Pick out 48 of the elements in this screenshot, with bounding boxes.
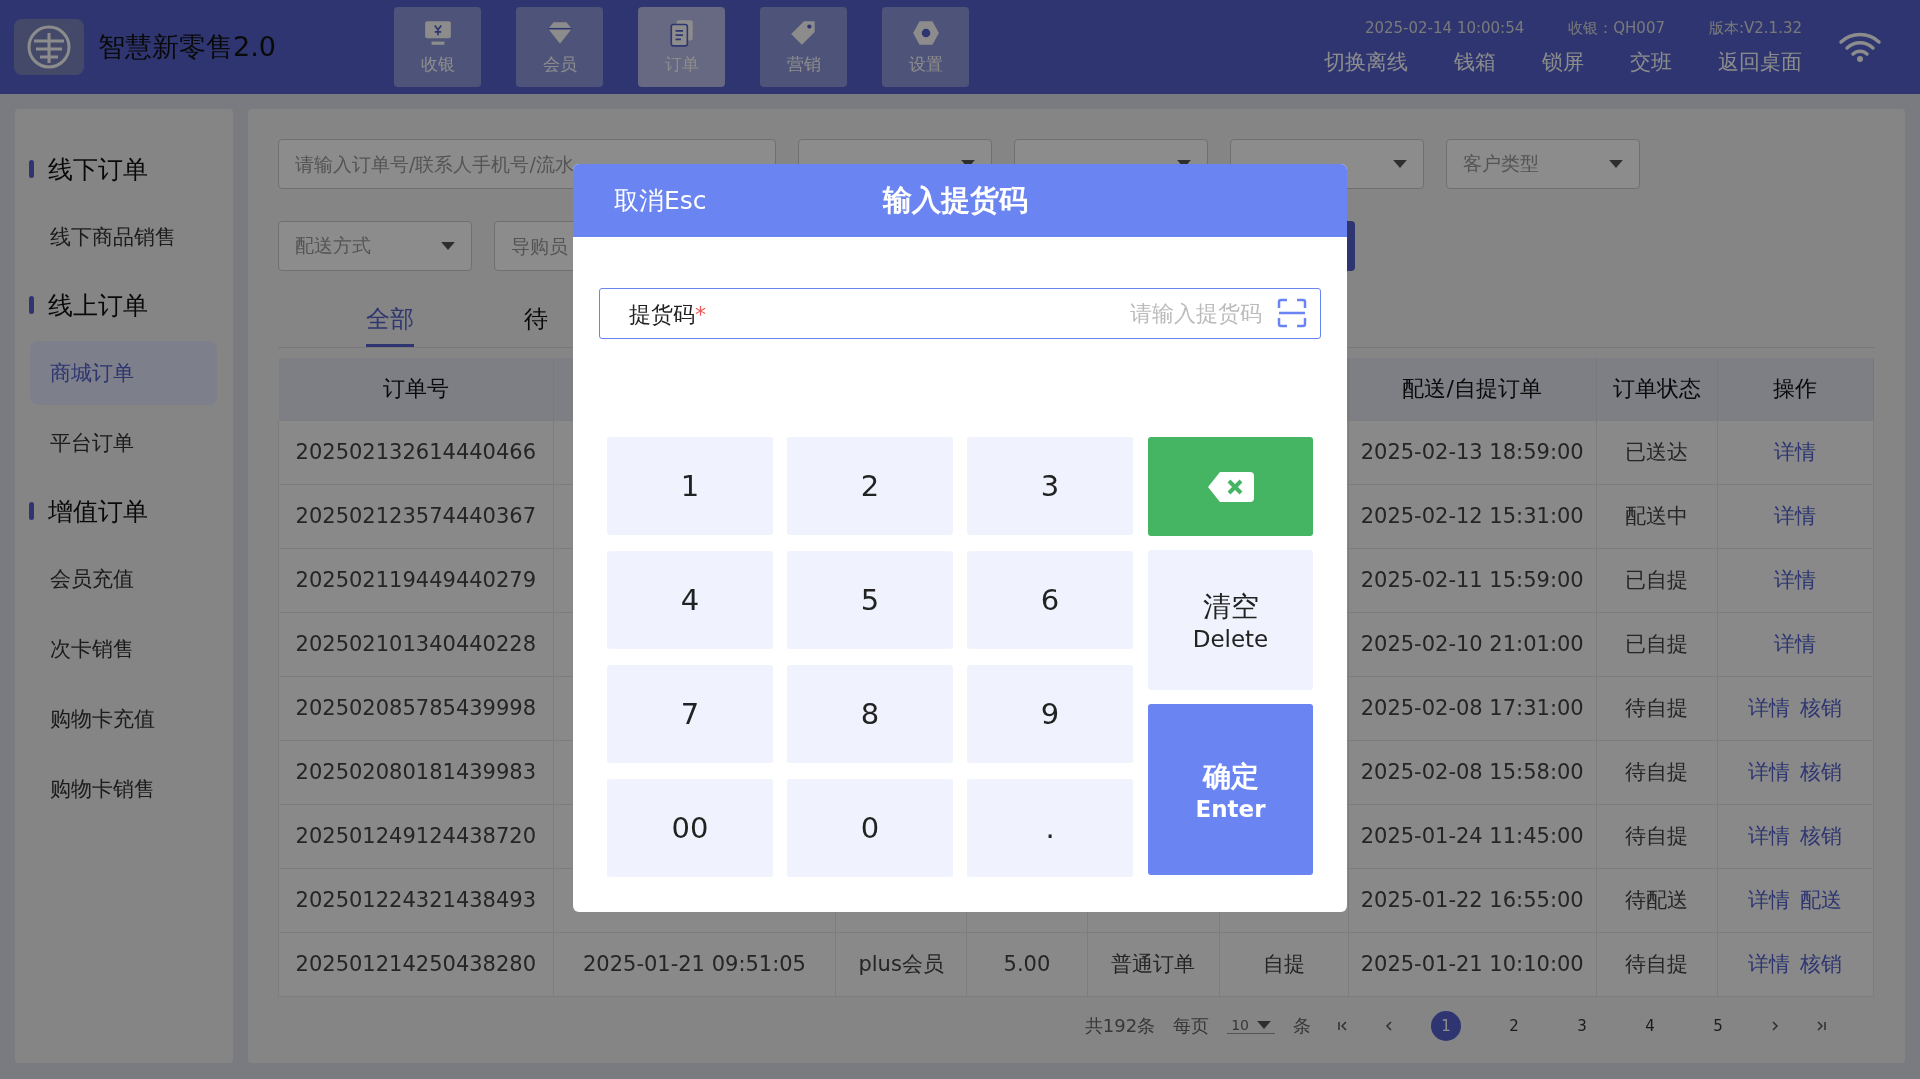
- table-cell: 待自提: [1625, 824, 1689, 848]
- app-title: 智慧新零售2.0: [98, 30, 276, 64]
- table-cell: 2025-01-22 16:55:00: [1360, 888, 1584, 912]
- table-cell: 202502132614440466: [295, 440, 537, 464]
- total-text: 共192条: [1084, 1013, 1156, 1038]
- table-cell: 已送达: [1625, 440, 1689, 464]
- table-cell: 2025-02-08 17:31:00: [1360, 696, 1584, 720]
- table-cell: 202501249124438720: [295, 824, 537, 848]
- cashier-text: 收银：QH007: [1568, 18, 1665, 38]
- unit-text: 条: [1293, 1013, 1311, 1038]
- table-cell: 2025-01-24 11:45:00: [1360, 824, 1584, 848]
- table-cell: 2025-01-21 09:51:05: [582, 952, 806, 976]
- datetime-text: 2025-02-14 10:00:54: [1364, 18, 1525, 38]
- column-header: 操作: [1773, 375, 1818, 401]
- table-cell: plus会员: [858, 952, 944, 976]
- dialog-title: 输入提货码: [883, 181, 1028, 219]
- column-header: 订单号: [382, 375, 449, 401]
- table-cell: 202502123574440367: [295, 504, 537, 528]
- table-cell: 自提: [1262, 952, 1305, 976]
- table-cell: 普通订单: [1111, 952, 1196, 976]
- table-cell: 2025-02-08 15:58:00: [1360, 760, 1584, 784]
- table-cell: 202502080181439983: [295, 760, 537, 784]
- per-page-label: 每页: [1173, 1013, 1210, 1038]
- table-cell: 202502101340440228: [295, 632, 537, 656]
- table-cell: 待自提: [1625, 696, 1689, 720]
- sidebar-group-title: 增值订单: [48, 495, 148, 528]
- version-text: 版本:V2.1.32: [1708, 18, 1802, 38]
- table-cell: 202501214250438280: [295, 952, 537, 976]
- table-cell: 202502119449440279: [295, 568, 537, 592]
- table-cell: 已自提: [1625, 568, 1689, 592]
- table-cell: 待自提: [1625, 952, 1689, 976]
- table-cell: 待配送: [1625, 888, 1689, 912]
- table-cell: 2025-02-11 15:59:00: [1360, 568, 1584, 592]
- sidebar-group-title: 线下订单: [48, 153, 148, 186]
- column-header: 订单状态: [1612, 375, 1701, 401]
- field-label: 提货码*: [629, 301, 706, 329]
- table-cell: 202502085785439998: [295, 696, 537, 720]
- table-cell: 2025-02-13 18:59:00: [1360, 440, 1584, 464]
- table-cell: 待自提: [1625, 760, 1689, 784]
- table-cell: 已自提: [1625, 632, 1689, 656]
- table-cell: 配送中: [1625, 504, 1689, 528]
- table-cell: 2025-01-21 10:10:00: [1360, 952, 1584, 976]
- column-header: 配送/自提订单: [1402, 375, 1542, 401]
- table-cell: 2025-02-10 21:01:00: [1360, 632, 1584, 656]
- table-cell: 5.00: [1003, 952, 1051, 976]
- sidebar-group-title: 线上订单: [48, 289, 148, 322]
- table-cell: 2025-02-12 15:31:00: [1360, 504, 1584, 528]
- table-cell: 202501224321438493: [295, 888, 537, 912]
